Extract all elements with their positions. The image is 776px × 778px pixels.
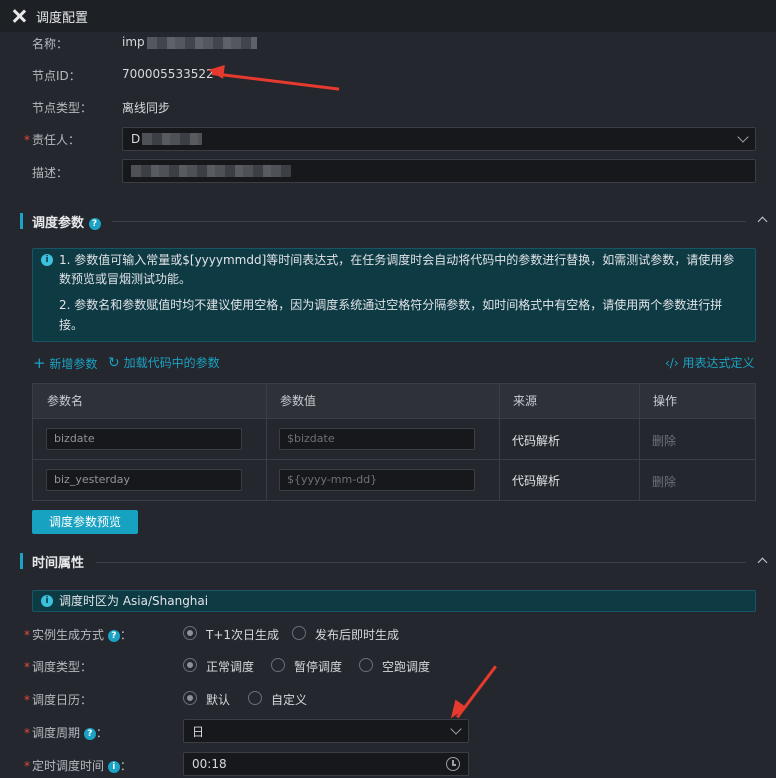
- timezone-text: 调度时区为 Asia/Shanghai: [59, 594, 209, 608]
- param-source: 代码解析: [512, 474, 561, 488]
- cycle-select[interactable]: 日: [183, 719, 469, 743]
- sched-type-label: * 调度类型：: [24, 660, 93, 674]
- radio-immediate[interactable]: [292, 626, 306, 640]
- param-source: 代码解析: [512, 434, 561, 448]
- load-params-button[interactable]: ↻ 加载代码中的参数: [108, 354, 220, 371]
- radio-normal[interactable]: [183, 658, 197, 672]
- add-param-button[interactable]: + 新增参数: [33, 354, 97, 372]
- annotation-arrow-1: [211, 72, 340, 91]
- name-value: imp: [122, 35, 257, 49]
- timer-input[interactable]: 00:18: [183, 752, 469, 776]
- info-line-4: 接。: [59, 318, 84, 332]
- param-name-input[interactable]: bizdate: [46, 428, 242, 450]
- param-name-input[interactable]: biz_yesterday: [46, 469, 242, 491]
- time-section-title: 时间属性: [32, 556, 85, 571]
- row-divider: [33, 459, 755, 460]
- owner-select[interactable]: D: [122, 127, 756, 151]
- info-icon: i: [41, 595, 53, 607]
- timer-label: * 定时调度时间 i：: [24, 759, 132, 773]
- chevron-down-icon: [450, 723, 462, 735]
- refresh-icon: ↻: [108, 355, 120, 371]
- expression-define-link[interactable]: ‹/› 用表达式定义: [665, 354, 754, 371]
- node-id-value: 700005533522: [122, 67, 214, 81]
- help-icon[interactable]: ?: [83, 727, 96, 740]
- page-title: 调度配置: [36, 10, 89, 26]
- name-label: 名称：: [32, 37, 69, 51]
- chevron-down-icon: [737, 131, 749, 143]
- section-divider: [112, 221, 746, 222]
- info-line-1: 1. 参数值可输入常量或$[yyyymmdd]等时间表达式，在任务调度时会自动将…: [59, 253, 735, 267]
- col-divider: [499, 384, 500, 500]
- node-type-label: 节点类型：: [32, 101, 93, 115]
- params-preview-button[interactable]: 调度参数预览: [32, 510, 138, 534]
- section-marker: [20, 553, 23, 569]
- radio-label: 暂停调度: [294, 660, 343, 674]
- radio-label: 正常调度: [206, 660, 255, 674]
- node-id-label: 节点ID：: [32, 69, 81, 83]
- plus-icon: +: [33, 354, 46, 372]
- owner-label: * 责任人：: [24, 133, 81, 147]
- radio-label: 默认: [206, 693, 231, 707]
- desc-input[interactable]: [122, 159, 756, 183]
- info-line-2: 数预览或冒烟测试功能。: [59, 272, 192, 286]
- info-line-3: 2. 参数名和参数赋值时均不建议使用空格，因为调度系统通过空格符分隔参数，如时间…: [59, 298, 723, 312]
- help-icon[interactable]: i: [107, 760, 120, 773]
- desc-label: 描述：: [32, 166, 69, 180]
- close-icon[interactable]: [12, 9, 26, 23]
- node-type-value: 离线同步: [122, 101, 171, 115]
- col-header-source: 来源: [499, 384, 639, 418]
- radio-dry-run[interactable]: [359, 658, 373, 672]
- radio-label: 空跑调度: [382, 660, 431, 674]
- radio-custom[interactable]: [248, 691, 262, 705]
- radio-label: 发布后即时生成: [315, 628, 400, 642]
- help-icon[interactable]: ?: [107, 629, 120, 642]
- col-header-value: 参数值: [266, 384, 499, 418]
- title-bar: 调度配置: [0, 0, 776, 32]
- param-value-input[interactable]: $bizdate: [279, 428, 475, 450]
- radio-default[interactable]: [183, 691, 197, 705]
- radio-t1[interactable]: [183, 626, 197, 640]
- param-value-input[interactable]: ${yyyy-mm-dd}: [279, 469, 475, 491]
- info-icon: i: [41, 254, 53, 266]
- calendar-label: * 调度日历：: [24, 693, 93, 707]
- collapse-icon[interactable]: [757, 557, 768, 568]
- params-section-title: 调度参数 ?: [32, 212, 101, 231]
- annotation-arrow-1-head: [207, 63, 225, 79]
- row-divider: [33, 418, 755, 419]
- col-divider: [266, 384, 267, 500]
- section-marker: [20, 213, 23, 229]
- delete-button[interactable]: 删除: [652, 432, 676, 449]
- params-table: 参数名 参数值 来源 操作 bizdate $bizdate 代码解析 删除 b…: [32, 383, 756, 501]
- timezone-info-box: i 调度时区为 Asia/Shanghai: [32, 590, 756, 612]
- instance-label: * 实例生成方式 ?：: [24, 628, 132, 642]
- params-info-box: i 1. 参数值可输入常量或$[yyyymmdd]等时间表达式，在任务调度时会自…: [32, 248, 756, 342]
- radio-label: T+1次日生成: [206, 628, 280, 642]
- radio-pause[interactable]: [271, 658, 285, 672]
- col-divider: [639, 384, 640, 500]
- radio-label: 自定义: [271, 693, 308, 707]
- code-icon: ‹/›: [665, 356, 679, 370]
- help-icon[interactable]: ?: [88, 217, 101, 230]
- cycle-label: * 调度周期 ?：: [24, 726, 108, 740]
- section-divider: [96, 562, 746, 563]
- collapse-icon[interactable]: [757, 216, 768, 227]
- col-header-name: 参数名: [33, 384, 266, 418]
- clock-icon: [446, 757, 460, 771]
- col-header-action: 操作: [639, 384, 755, 418]
- delete-button[interactable]: 删除: [652, 473, 676, 490]
